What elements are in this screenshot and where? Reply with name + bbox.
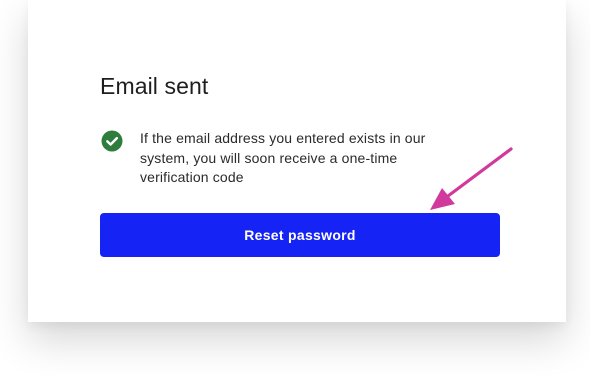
- dialog-title: Email sent: [100, 73, 209, 99]
- arrow-icon: [430, 147, 513, 210]
- check-circle-icon: [101, 130, 123, 152]
